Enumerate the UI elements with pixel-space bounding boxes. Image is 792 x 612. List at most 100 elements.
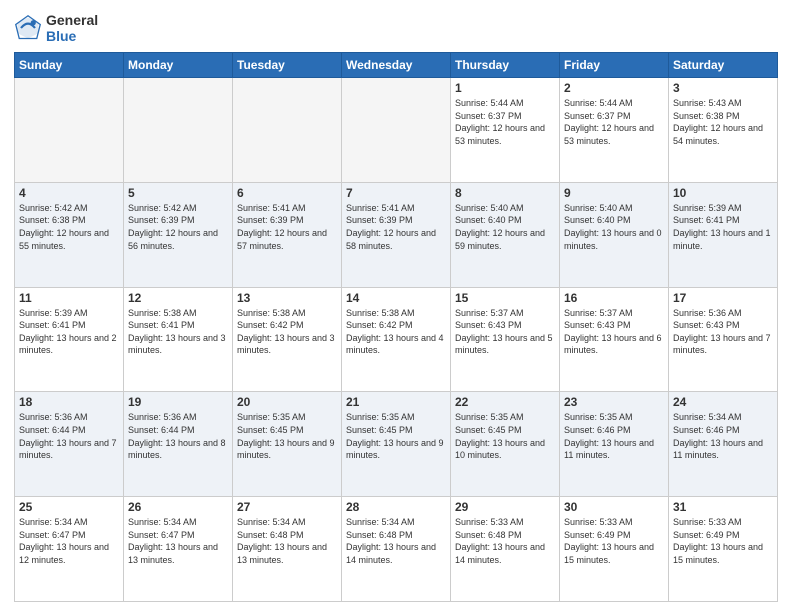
day-info: Sunrise: 5:35 AMSunset: 6:45 PMDaylight:… <box>237 411 337 461</box>
day-number: 9 <box>564 186 664 200</box>
col-saturday: Saturday <box>669 53 778 78</box>
table-row: 21 Sunrise: 5:35 AMSunset: 6:45 PMDayligh… <box>342 392 451 497</box>
table-row: 1 Sunrise: 5:44 AMSunset: 6:37 PMDaylight… <box>451 78 560 183</box>
calendar-header-row: Sunday Monday Tuesday Wednesday Thursday… <box>15 53 778 78</box>
logo-text: General Blue <box>46 12 98 44</box>
table-row: 6 Sunrise: 5:41 AMSunset: 6:39 PMDaylight… <box>233 182 342 287</box>
day-info: Sunrise: 5:34 AMSunset: 6:48 PMDaylight:… <box>237 516 337 566</box>
table-row: 4Sunrise: 5:42 AMSunset: 6:38 PMDaylight… <box>15 182 124 287</box>
calendar-week-row: 4Sunrise: 5:42 AMSunset: 6:38 PMDaylight… <box>15 182 778 287</box>
day-number: 13 <box>237 291 337 305</box>
day-number: 19 <box>128 395 228 409</box>
day-number: 1 <box>455 81 555 95</box>
day-number: 4 <box>19 186 119 200</box>
col-tuesday: Tuesday <box>233 53 342 78</box>
day-number: 27 <box>237 500 337 514</box>
day-number: 22 <box>455 395 555 409</box>
day-info: Sunrise: 5:34 AMSunset: 6:48 PMDaylight:… <box>346 516 446 566</box>
day-info: Sunrise: 5:36 AMSunset: 6:43 PMDaylight:… <box>673 307 773 357</box>
col-thursday: Thursday <box>451 53 560 78</box>
day-info: Sunrise: 5:44 AMSunset: 6:37 PMDaylight:… <box>455 97 555 147</box>
day-info: Sunrise: 5:35 AMSunset: 6:45 PMDaylight:… <box>455 411 555 461</box>
calendar-week-row: 25 Sunrise: 5:34 AMSunset: 6:47 PMDayligh… <box>15 497 778 602</box>
day-info: Sunrise: 5:33 AMSunset: 6:49 PMDaylight:… <box>564 516 664 566</box>
col-friday: Friday <box>560 53 669 78</box>
day-info: Sunrise: 5:34 AMSunset: 6:47 PMDaylight:… <box>128 516 228 566</box>
calendar-week-row: 1 Sunrise: 5:44 AMSunset: 6:37 PMDaylight… <box>15 78 778 183</box>
day-info: Sunrise: 5:41 AMSunset: 6:39 PMDaylight:… <box>237 202 337 252</box>
day-number: 11 <box>19 291 119 305</box>
table-row: 18 Sunrise: 5:36 AMSunset: 6:44 PMDayligh… <box>15 392 124 497</box>
table-row: 11 Sunrise: 5:39 AMSunset: 6:41 PMDayligh… <box>15 287 124 392</box>
day-number: 25 <box>19 500 119 514</box>
table-row <box>342 78 451 183</box>
day-number: 10 <box>673 186 773 200</box>
day-info: Sunrise: 5:33 AMSunset: 6:48 PMDaylight:… <box>455 516 555 566</box>
day-number: 24 <box>673 395 773 409</box>
table-row: 8 Sunrise: 5:40 AMSunset: 6:40 PMDaylight… <box>451 182 560 287</box>
day-number: 29 <box>455 500 555 514</box>
table-row <box>124 78 233 183</box>
table-row: 20 Sunrise: 5:35 AMSunset: 6:45 PMDayligh… <box>233 392 342 497</box>
day-info: Sunrise: 5:40 AMSunset: 6:40 PMDaylight:… <box>455 202 555 252</box>
table-row: 12Sunrise: 5:38 AMSunset: 6:41 PMDayligh… <box>124 287 233 392</box>
day-number: 20 <box>237 395 337 409</box>
day-number: 30 <box>564 500 664 514</box>
day-number: 16 <box>564 291 664 305</box>
day-number: 21 <box>346 395 446 409</box>
table-row: 10 Sunrise: 5:39 AMSunset: 6:41 PMDayligh… <box>669 182 778 287</box>
table-row: 14Sunrise: 5:38 AMSunset: 6:42 PMDayligh… <box>342 287 451 392</box>
day-info: Sunrise: 5:38 AMSunset: 6:42 PMDaylight:… <box>346 307 446 357</box>
day-number: 7 <box>346 186 446 200</box>
day-info: Sunrise: 5:33 AMSunset: 6:49 PMDaylight:… <box>673 516 773 566</box>
logo: General Blue <box>14 12 98 44</box>
table-row: 7 Sunrise: 5:41 AMSunset: 6:39 PMDaylight… <box>342 182 451 287</box>
day-info: Sunrise: 5:37 AMSunset: 6:43 PMDaylight:… <box>455 307 555 357</box>
table-row: 30 Sunrise: 5:33 AMSunset: 6:49 PMDayligh… <box>560 497 669 602</box>
table-row: 29 Sunrise: 5:33 AMSunset: 6:48 PMDayligh… <box>451 497 560 602</box>
table-row: 9 Sunrise: 5:40 AMSunset: 6:40 PMDaylight… <box>560 182 669 287</box>
col-sunday: Sunday <box>15 53 124 78</box>
calendar-week-row: 18 Sunrise: 5:36 AMSunset: 6:44 PMDayligh… <box>15 392 778 497</box>
header: General Blue <box>14 12 778 44</box>
table-row: 24 Sunrise: 5:34 AMSunset: 6:46 PMDayligh… <box>669 392 778 497</box>
col-wednesday: Wednesday <box>342 53 451 78</box>
day-info: Sunrise: 5:34 AMSunset: 6:46 PMDaylight:… <box>673 411 773 461</box>
table-row: 13 Sunrise: 5:38 AMSunset: 6:42 PMDayligh… <box>233 287 342 392</box>
day-info: Sunrise: 5:41 AMSunset: 6:39 PMDaylight:… <box>346 202 446 252</box>
table-row <box>233 78 342 183</box>
table-row: 3Sunrise: 5:43 AMSunset: 6:38 PMDaylight… <box>669 78 778 183</box>
day-info: Sunrise: 5:39 AMSunset: 6:41 PMDaylight:… <box>19 307 119 357</box>
day-number: 28 <box>346 500 446 514</box>
day-info: Sunrise: 5:35 AMSunset: 6:46 PMDaylight:… <box>564 411 664 461</box>
calendar-table: Sunday Monday Tuesday Wednesday Thursday… <box>14 52 778 602</box>
day-info: Sunrise: 5:35 AMSunset: 6:45 PMDaylight:… <box>346 411 446 461</box>
logo-icon <box>14 14 42 42</box>
day-number: 18 <box>19 395 119 409</box>
table-row: 19 Sunrise: 5:36 AMSunset: 6:44 PMDayligh… <box>124 392 233 497</box>
table-row: 2Sunrise: 5:44 AMSunset: 6:37 PMDaylight… <box>560 78 669 183</box>
day-info: Sunrise: 5:38 AMSunset: 6:42 PMDaylight:… <box>237 307 337 357</box>
table-row: 27 Sunrise: 5:34 AMSunset: 6:48 PMDayligh… <box>233 497 342 602</box>
table-row: 23 Sunrise: 5:35 AMSunset: 6:46 PMDayligh… <box>560 392 669 497</box>
day-info: Sunrise: 5:42 AMSunset: 6:39 PMDaylight:… <box>128 202 228 252</box>
day-number: 15 <box>455 291 555 305</box>
day-number: 31 <box>673 500 773 514</box>
col-monday: Monday <box>124 53 233 78</box>
day-number: 2 <box>564 81 664 95</box>
day-number: 6 <box>237 186 337 200</box>
day-info: Sunrise: 5:40 AMSunset: 6:40 PMDaylight:… <box>564 202 664 252</box>
table-row <box>15 78 124 183</box>
table-row: 22 Sunrise: 5:35 AMSunset: 6:45 PMDayligh… <box>451 392 560 497</box>
table-row: 15 Sunrise: 5:37 AMSunset: 6:43 PMDayligh… <box>451 287 560 392</box>
day-number: 8 <box>455 186 555 200</box>
day-number: 12 <box>128 291 228 305</box>
day-number: 23 <box>564 395 664 409</box>
day-info: Sunrise: 5:37 AMSunset: 6:43 PMDaylight:… <box>564 307 664 357</box>
day-info: Sunrise: 5:39 AMSunset: 6:41 PMDaylight:… <box>673 202 773 252</box>
day-number: 17 <box>673 291 773 305</box>
table-row: 26Sunrise: 5:34 AMSunset: 6:47 PMDayligh… <box>124 497 233 602</box>
day-info: Sunrise: 5:36 AMSunset: 6:44 PMDaylight:… <box>128 411 228 461</box>
day-info: Sunrise: 5:36 AMSunset: 6:44 PMDaylight:… <box>19 411 119 461</box>
table-row: 28 Sunrise: 5:34 AMSunset: 6:48 PMDayligh… <box>342 497 451 602</box>
